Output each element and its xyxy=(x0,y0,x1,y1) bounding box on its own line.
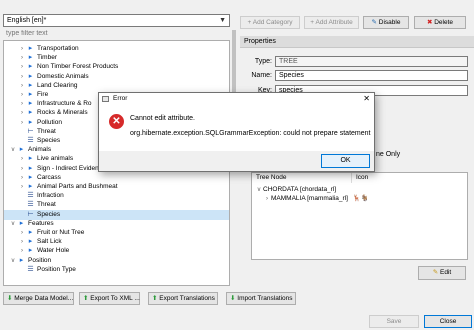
merge-icon: ⬇ xyxy=(7,295,13,302)
tree-item-label: Carcass xyxy=(37,173,61,181)
table-row[interactable]: › MAMMALIA [mammalia_rl] 🦌🐐 xyxy=(263,194,369,204)
export-xml-label: Export To XML ... xyxy=(90,295,140,302)
close-button[interactable]: Close xyxy=(424,315,472,328)
tree-item-label: Position xyxy=(28,256,52,264)
name-value: Species xyxy=(279,72,304,79)
table-row-label: CHORDATA [chordata_rl] xyxy=(263,186,337,193)
tree-item-label: Species xyxy=(37,137,61,144)
type-value: TREE xyxy=(279,58,298,65)
tree-item-label: Species xyxy=(37,210,61,218)
export-xml-button[interactable]: ⬆ Export To XML ... xyxy=(79,292,140,305)
export-translations-button[interactable]: ⬆ Export Translations xyxy=(148,292,218,305)
delete-icon: ✖ xyxy=(426,19,433,26)
save-label: Save xyxy=(386,318,402,325)
tree-item-label: Fruit or Nut Tree xyxy=(37,229,85,236)
error-dialog: Error ✕ ✕ Cannot edit attribute. org.hib… xyxy=(98,92,375,172)
plus-icon: + xyxy=(310,19,315,26)
import-translations-label: Import Translations xyxy=(237,295,293,302)
table-row-label: MAMMALIA [mammalia_rl] xyxy=(271,195,348,202)
tree-item-label: Sign - Indirect Evidence xyxy=(37,164,106,172)
language-select[interactable]: English [en]* ▼ xyxy=(3,14,230,27)
delete-button[interactable]: ✖ Delete xyxy=(414,16,466,29)
edit-icon: ✎ xyxy=(432,269,439,276)
tree-item[interactable]: ☰ Position Type xyxy=(4,265,229,275)
export-icon: ⬆ xyxy=(83,295,89,302)
properties-header: Properties xyxy=(240,36,474,48)
name-label: Name: xyxy=(251,72,272,79)
tree-item-label: Pollution xyxy=(37,118,62,126)
tree-item-label: Salt Lick xyxy=(37,238,62,246)
tree-item-label: Non Timber Forest Products xyxy=(37,63,119,71)
tree-item-label: Timber xyxy=(37,54,57,62)
merge-label: Merge Data Model... xyxy=(14,295,74,302)
type-label: Type: xyxy=(254,58,272,65)
tree-item-label: Fire xyxy=(37,91,49,98)
chevron-right-icon[interactable]: › xyxy=(263,194,271,204)
import-icon: ⬇ xyxy=(230,295,236,302)
add-attribute-button[interactable]: + Add Attribute xyxy=(304,16,359,29)
disable-label: Disable xyxy=(378,19,401,26)
save-button[interactable]: Save xyxy=(369,315,419,328)
error-icon: ✕ xyxy=(109,114,124,129)
dialog-footer: OK xyxy=(99,151,374,171)
column-header-icon[interactable]: Icon xyxy=(352,173,469,183)
tree-item-label: Land Clearing xyxy=(37,81,78,89)
tree-item-label: Threat xyxy=(37,201,56,209)
edit-label: Edit xyxy=(440,269,452,276)
edit-button[interactable]: ✎ Edit xyxy=(418,266,466,280)
add-category-label: Add Category xyxy=(252,19,293,26)
app-icon xyxy=(102,96,109,102)
partial-checkbox-label: ne Only xyxy=(376,151,401,158)
animal-icon: 🐐 xyxy=(360,195,369,202)
tree-node-table[interactable]: Tree Node Icon v CHORDATA [chordata_rl] ›… xyxy=(251,172,468,260)
add-category-button[interactable]: + Add Category xyxy=(240,16,300,29)
dialog-titlebar: Error ✕ xyxy=(99,93,374,104)
tree-item-label: Position Type xyxy=(37,265,76,273)
export-icon: ⬆ xyxy=(152,295,158,302)
delete-label: Delete xyxy=(434,19,454,26)
animal-icon: 🦌 xyxy=(352,195,361,202)
tree-item-label: Animal Parts and Bushmeat xyxy=(37,183,118,190)
chevron-down-icon[interactable]: ▼ xyxy=(219,17,226,24)
column-header-tree-node[interactable]: Tree Node xyxy=(252,173,352,183)
chevron-down-icon[interactable]: v xyxy=(255,185,263,195)
type-field: TREE xyxy=(275,56,468,67)
tree-item-label: Rocks & Minerals xyxy=(37,109,88,117)
ok-button[interactable]: OK xyxy=(321,154,370,168)
tree-item-label: Live animals xyxy=(37,155,74,163)
dialog-title: Error xyxy=(113,95,128,102)
language-select-value: English [en]* xyxy=(7,17,47,24)
tree-item-label: Transportation xyxy=(37,45,79,52)
import-translations-button[interactable]: ⬇ Import Translations xyxy=(226,292,296,305)
close-icon[interactable]: ✕ xyxy=(363,93,370,104)
dialog-detail: org.hibernate.exception.SQLGrammarExcept… xyxy=(130,130,371,137)
merge-data-model-button[interactable]: ⬇ Merge Data Model... xyxy=(3,292,74,305)
tree-item-label: Infrastructure & Ro xyxy=(37,100,92,108)
disable-button[interactable]: ✎ Disable xyxy=(363,16,409,29)
tree-item-label: Infraction xyxy=(37,192,64,200)
dialog-body: ✕ Cannot edit attribute. org.hibernate.e… xyxy=(99,104,374,151)
tree-item-label: Threat xyxy=(37,127,56,135)
tree-item-label: Water Hole xyxy=(37,247,70,255)
tree-item-label: Domestic Animals xyxy=(37,72,89,80)
tree-item-label: Features xyxy=(28,219,54,227)
plus-icon: + xyxy=(247,19,252,26)
tree-item-label: Animals xyxy=(28,146,52,154)
name-field[interactable]: Species xyxy=(275,70,468,81)
dialog-message: Cannot edit attribute. xyxy=(130,115,195,122)
disable-icon: ✎ xyxy=(371,19,377,26)
list-icon: ☰ xyxy=(27,265,34,273)
filter-input[interactable] xyxy=(3,28,230,39)
add-attribute-label: Add Attribute xyxy=(315,19,353,26)
close-label: Close xyxy=(439,318,457,325)
export-translations-label: Export Translations xyxy=(159,295,215,302)
